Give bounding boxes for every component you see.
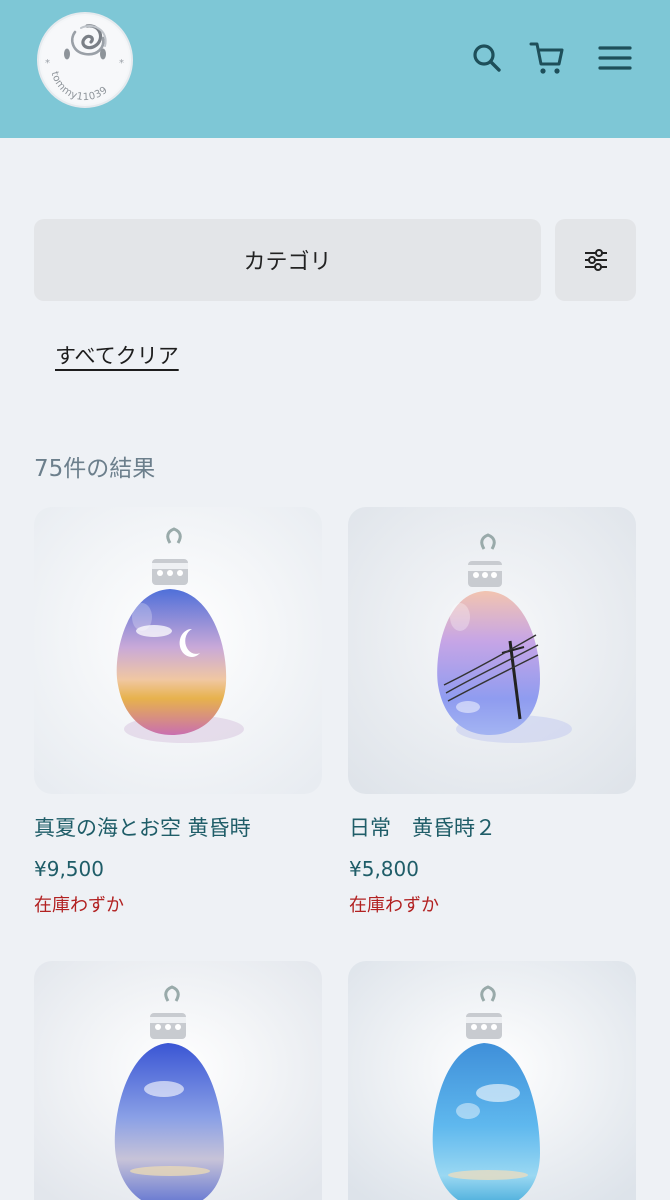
product-title-2[interactable]: 日常 黄昏時２ bbox=[349, 812, 496, 842]
product-image-1[interactable] bbox=[34, 507, 322, 794]
sliders-icon bbox=[584, 249, 607, 271]
product-image-4[interactable] bbox=[348, 961, 636, 1200]
clear-all-link[interactable]: すべてクリア bbox=[55, 340, 179, 370]
product-price-1: ¥9,500 bbox=[34, 857, 104, 881]
product-price-2: ¥5,800 bbox=[349, 857, 419, 881]
shop-logo[interactable]: * * tommy11039 tommy11039 bbox=[37, 12, 133, 108]
product-image-2[interactable] bbox=[348, 507, 636, 794]
logo-text: tommy11039 bbox=[39, 14, 131, 106]
menu-icon[interactable] bbox=[595, 38, 635, 78]
product-image-3[interactable] bbox=[34, 961, 322, 1200]
category-label: カテゴリ bbox=[243, 250, 332, 275]
product-stock-2: 在庫わずか bbox=[349, 895, 439, 916]
result-count: 75件の結果 bbox=[34, 456, 156, 482]
search-icon[interactable] bbox=[467, 38, 507, 78]
product-title-1[interactable]: 真夏の海とお空 黄昏時 bbox=[34, 812, 251, 842]
filter-button[interactable] bbox=[555, 219, 636, 301]
category-dropdown[interactable]: カテゴリ bbox=[34, 219, 541, 301]
site-header: * * tommy11039 tommy11039 bbox=[0, 0, 670, 138]
cart-icon[interactable] bbox=[527, 38, 567, 78]
product-stock-1: 在庫わずか bbox=[34, 895, 124, 916]
